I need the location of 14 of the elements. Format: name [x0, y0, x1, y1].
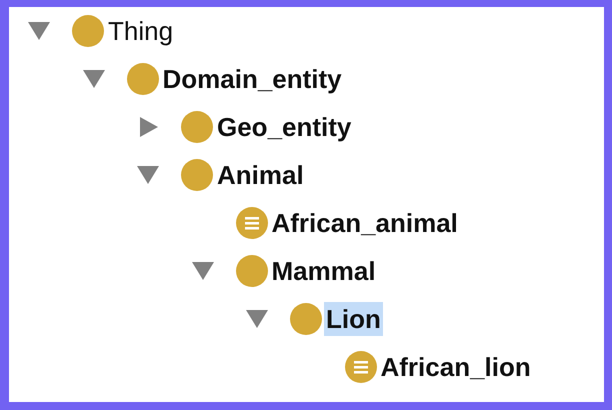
expanded-triangle-icon[interactable] — [82, 70, 104, 88]
tree-item-label[interactable]: Thing — [106, 14, 176, 48]
tree-item-label[interactable]: Animal — [215, 158, 306, 192]
tree-item-label[interactable]: Geo_entity — [215, 110, 354, 144]
tree-item-label[interactable]: Lion — [324, 302, 383, 336]
tree-item-label[interactable]: African_animal — [270, 206, 460, 240]
collapsed-triangle-icon[interactable] — [137, 117, 159, 137]
expanded-triangle-icon[interactable] — [192, 262, 214, 280]
expanded-triangle-icon[interactable] — [137, 166, 159, 184]
expanded-triangle-icon[interactable] — [28, 22, 50, 40]
expanded-triangle-icon[interactable] — [246, 310, 268, 328]
tree-item-label[interactable]: Domain_entity — [160, 62, 344, 96]
tree-item-label[interactable]: Mammal — [270, 254, 378, 288]
tree-item-label[interactable]: African_lion — [378, 350, 533, 384]
